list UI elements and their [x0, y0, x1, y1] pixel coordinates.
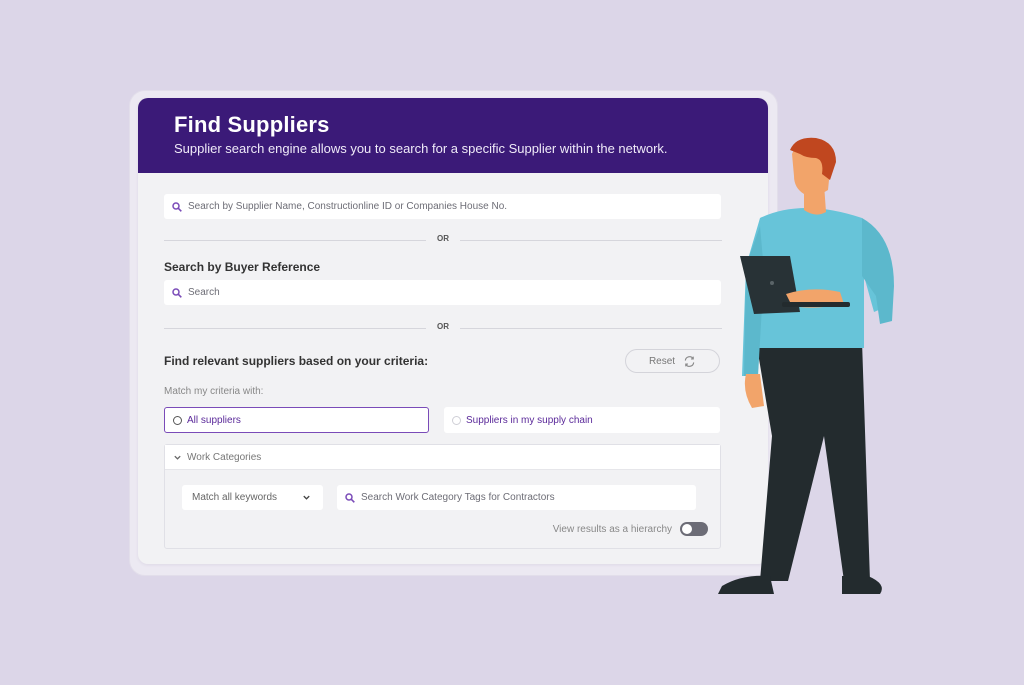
work-categories-section: Work Categories Match all keywords View … — [164, 444, 721, 549]
or-label: OR — [437, 234, 449, 243]
work-category-search-box[interactable] — [337, 485, 696, 510]
radio-supply-chain[interactable]: Suppliers in my supply chain — [444, 407, 720, 433]
hierarchy-toggle[interactable] — [680, 522, 708, 536]
hierarchy-label: View results as a hierarchy — [552, 523, 672, 535]
person-illustration — [718, 137, 894, 594]
buyer-reference-input[interactable] — [188, 287, 721, 298]
buyer-reference-heading: Search by Buyer Reference — [164, 260, 321, 274]
work-categories-toggle[interactable]: Work Categories — [165, 445, 720, 470]
keyword-match-select[interactable]: Match all keywords — [182, 485, 323, 510]
refresh-icon — [684, 355, 695, 367]
or-label: OR — [437, 322, 449, 331]
search-icon — [345, 492, 355, 503]
chevron-down-icon — [303, 495, 310, 500]
search-icon — [172, 201, 182, 212]
radio-circle — [173, 415, 182, 425]
radio-label: All suppliers — [187, 414, 241, 426]
supplier-search-input[interactable] — [188, 201, 721, 212]
buyer-reference-search-box[interactable] — [164, 280, 721, 305]
reset-button[interactable]: Reset — [625, 349, 720, 373]
or-divider: OR — [164, 234, 722, 246]
radio-circle — [452, 415, 461, 425]
panel-header: Find Suppliers Supplier search engine al… — [138, 98, 768, 173]
radio-label: Suppliers in my supply chain — [466, 414, 593, 426]
work-category-search-input[interactable] — [361, 492, 696, 503]
criteria-heading: Find relevant suppliers based on your cr… — [164, 354, 429, 368]
chevron-down-icon — [174, 455, 181, 460]
page-title: Find Suppliers — [174, 112, 330, 137]
find-suppliers-panel: Find Suppliers Supplier search engine al… — [138, 98, 768, 564]
work-categories-label: Work Categories — [187, 451, 262, 463]
supplier-search-box[interactable] — [164, 194, 721, 219]
radio-all-suppliers[interactable]: All suppliers — [164, 407, 429, 433]
match-criteria-label: Match my criteria with: — [164, 386, 264, 397]
keyword-match-value: Match all keywords — [192, 492, 278, 503]
page-subtitle: Supplier search engine allows you to sea… — [174, 141, 668, 156]
or-divider: OR — [164, 322, 722, 334]
search-icon — [172, 287, 182, 298]
hierarchy-toggle-row: View results as a hierarchy — [545, 521, 708, 537]
reset-label: Reset — [648, 355, 676, 367]
